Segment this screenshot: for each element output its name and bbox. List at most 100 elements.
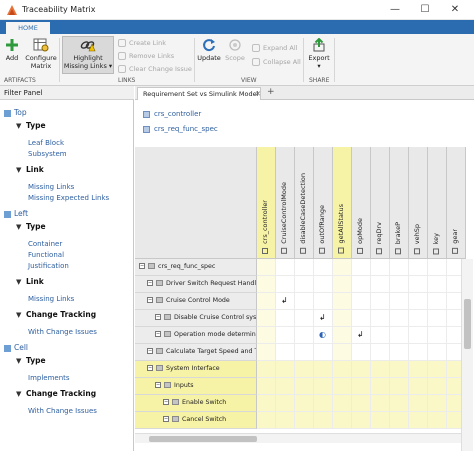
collapse-all-button[interactable]: Collapse All	[252, 56, 301, 68]
matrix-cell[interactable]	[314, 259, 333, 276]
matrix-cell[interactable]	[390, 276, 409, 293]
matrix-cell[interactable]	[276, 395, 295, 412]
matrix-cell[interactable]	[409, 395, 428, 412]
matrix-cell[interactable]	[257, 395, 276, 412]
matrix-cell[interactable]	[428, 412, 447, 429]
filter-item-change-tracking[interactable]: ▼ Change Tracking	[16, 310, 96, 320]
tab-home[interactable]: HOME	[6, 22, 50, 34]
filter-item-implements[interactable]: Implements	[28, 373, 70, 383]
matrix-cell[interactable]	[295, 259, 314, 276]
horizontal-scroll-thumb[interactable]	[149, 436, 257, 442]
column-header-opmode[interactable]: opMode	[352, 147, 371, 259]
matrix-cell[interactable]	[352, 412, 371, 429]
row-header-crs-req-func-spec[interactable]: − crs_req_func_spec	[135, 259, 257, 276]
configure-matrix-button[interactable]: Configure Matrix	[24, 38, 58, 70]
matrix-cell[interactable]	[333, 327, 352, 344]
matrix-cell[interactable]	[314, 361, 333, 378]
matrix-cell[interactable]	[390, 327, 409, 344]
filter-item-left[interactable]: Left	[4, 209, 28, 219]
matrix-cell[interactable]	[409, 344, 428, 361]
matrix-cell[interactable]	[409, 293, 428, 310]
filter-item-with-change-issues[interactable]: With Change Issues	[28, 327, 97, 337]
matrix-cell[interactable]	[428, 293, 447, 310]
matrix-cell[interactable]	[390, 395, 409, 412]
export-button[interactable]: Export ▾	[306, 38, 332, 70]
matrix-cell[interactable]	[295, 310, 314, 327]
matrix-cell[interactable]	[276, 327, 295, 344]
matrix-cell[interactable]	[352, 361, 371, 378]
expand-collapse-icon[interactable]: −	[163, 416, 169, 422]
chevron-down-icon[interactable]: ▼	[16, 356, 26, 366]
horizontal-scrollbar[interactable]	[135, 433, 461, 443]
matrix-cell[interactable]	[276, 276, 295, 293]
matrix-cell[interactable]	[428, 361, 447, 378]
matrix-cell[interactable]	[352, 378, 371, 395]
vertical-scroll-thumb[interactable]	[464, 299, 471, 349]
filter-item-with-change-issues[interactable]: With Change Issues	[28, 406, 97, 416]
chevron-down-icon[interactable]: ▼	[16, 277, 26, 287]
matrix-cell[interactable]	[390, 412, 409, 429]
row-header-calculate-target-speed-and-throttle[interactable]: − Calculate Target Speed and Throttle	[135, 344, 257, 361]
scope-button[interactable]: Scope	[224, 38, 246, 62]
matrix-cell[interactable]	[295, 344, 314, 361]
chevron-down-icon[interactable]: ▼	[16, 222, 26, 232]
clear-change-issue-button[interactable]: Clear Change Issue	[118, 63, 192, 75]
matrix-cell[interactable]	[371, 378, 390, 395]
matrix-cell[interactable]	[257, 276, 276, 293]
close-button[interactable]: ✕	[440, 0, 470, 20]
filter-item-container[interactable]: Container	[28, 239, 62, 249]
column-header-brakep[interactable]: brakeP	[390, 147, 409, 259]
matrix-cell[interactable]	[390, 293, 409, 310]
create-link-button[interactable]: Create Link	[118, 37, 166, 49]
column-header-disablecasedetection[interactable]: disableCaseDetection	[295, 147, 314, 259]
matrix-cell[interactable]	[333, 293, 352, 310]
column-header-vehsp[interactable]: vehSp	[409, 147, 428, 259]
artifact-crs-controller[interactable]: crs_controller	[143, 110, 201, 118]
matrix-cell[interactable]	[314, 378, 333, 395]
row-header-cruise-control-mode[interactable]: − Cruise Control Mode	[135, 293, 257, 310]
filter-item-change-tracking[interactable]: ▼ Change Tracking	[16, 389, 96, 399]
row-header-enable-switch[interactable]: − Enable Switch	[135, 395, 257, 412]
matrix-cell[interactable]	[257, 327, 276, 344]
matrix-cell[interactable]	[333, 276, 352, 293]
matrix-cell[interactable]	[295, 361, 314, 378]
expand-collapse-icon[interactable]: −	[155, 314, 161, 320]
filter-item-missing-links[interactable]: Missing Links	[28, 182, 74, 192]
filter-item-justification[interactable]: Justification	[28, 261, 69, 271]
link-icon[interactable]: ↲	[357, 330, 364, 339]
chevron-down-icon[interactable]: ▼	[16, 389, 26, 399]
matrix-cell[interactable]	[409, 310, 428, 327]
matrix-cell[interactable]	[409, 327, 428, 344]
matrix-cell[interactable]	[276, 361, 295, 378]
row-header-disable-cruise-control-system[interactable]: − Disable Cruise Control system	[135, 310, 257, 327]
matrix-cell[interactable]	[257, 412, 276, 429]
column-header-reqdrv[interactable]: reqDrv	[371, 147, 390, 259]
chevron-down-icon[interactable]: ▼	[16, 121, 26, 131]
matrix-cell[interactable]	[276, 310, 295, 327]
matrix-cell[interactable]	[352, 259, 371, 276]
row-header-system-interface[interactable]: − System Interface	[135, 361, 257, 378]
matrix-cell[interactable]	[257, 361, 276, 378]
matrix-cell[interactable]	[295, 395, 314, 412]
matrix-cell[interactable]	[314, 395, 333, 412]
matrix-cell[interactable]	[295, 276, 314, 293]
matrix-cell[interactable]	[352, 276, 371, 293]
matrix-cell[interactable]	[295, 293, 314, 310]
matrix-cell[interactable]	[333, 344, 352, 361]
matrix-cell[interactable]	[257, 310, 276, 327]
matrix-cell[interactable]	[371, 327, 390, 344]
expand-collapse-icon[interactable]: −	[147, 297, 153, 303]
matrix-cell[interactable]	[257, 259, 276, 276]
matrix-cell[interactable]	[333, 259, 352, 276]
filter-item-link[interactable]: ▼ Link	[16, 165, 44, 175]
matrix-cell[interactable]	[428, 395, 447, 412]
matrix-cell[interactable]	[295, 327, 314, 344]
tab-requirement-set-vs-simulink-model[interactable]: Requirement Set vs Simulink Model ✕	[137, 87, 261, 100]
matrix-cell[interactable]	[428, 310, 447, 327]
maximize-button[interactable]: ☐	[410, 0, 440, 20]
filter-item-type[interactable]: ▼ Type	[16, 356, 46, 366]
add-tab-icon[interactable]: +	[267, 87, 275, 97]
vertical-scrollbar[interactable]	[461, 259, 473, 451]
column-header-cruisecontrolmode[interactable]: CruiseControlMode	[276, 147, 295, 259]
matrix-cell[interactable]	[390, 259, 409, 276]
